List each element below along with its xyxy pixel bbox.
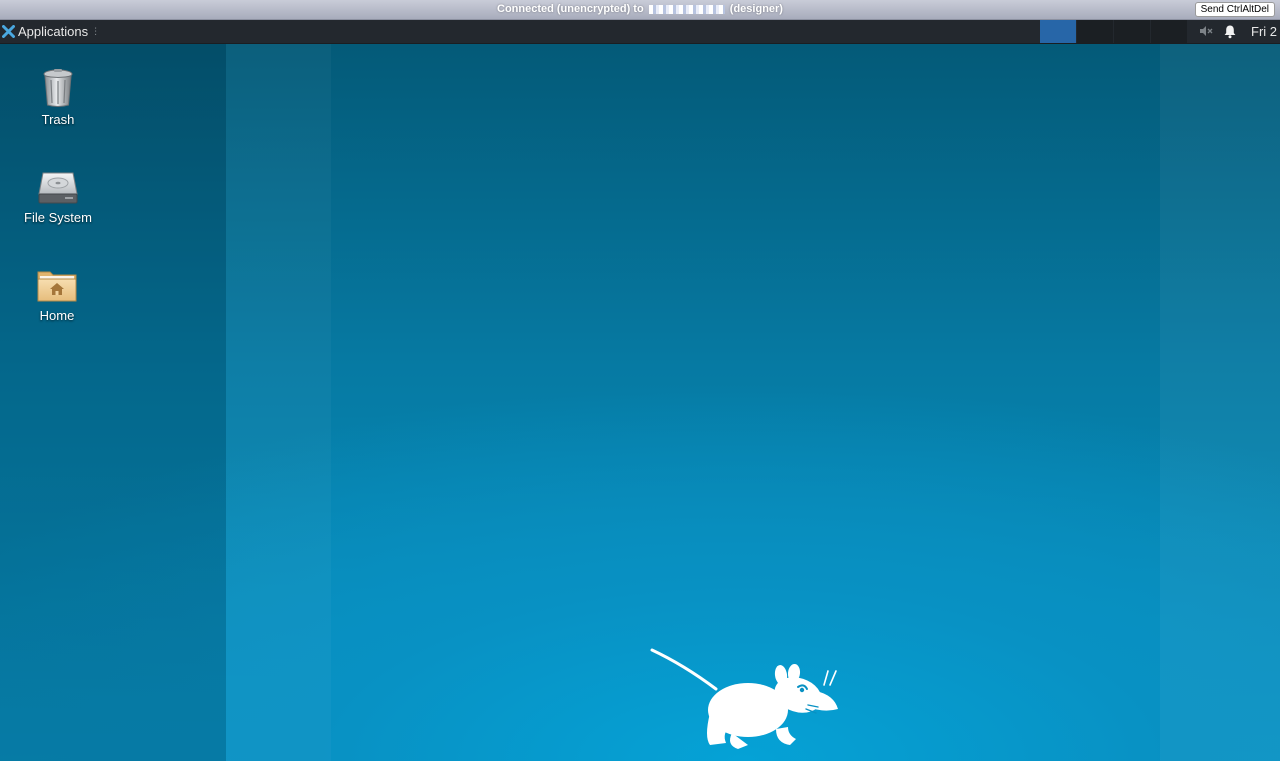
file-system-icon — [38, 172, 78, 204]
wallpaper-band-left — [0, 44, 226, 761]
home-folder-icon — [37, 271, 77, 302]
workspace-4[interactable] — [1150, 20, 1187, 43]
redacted-host — [648, 4, 725, 14]
workspace-switcher — [1040, 20, 1187, 43]
top-panel: Applications ⋮ Fri 2 — [0, 20, 1280, 44]
xfce-logo-icon — [2, 25, 15, 38]
volume-muted-icon[interactable] — [1199, 24, 1213, 38]
vnc-status-prefix: Connected (unencrypted) to — [497, 3, 644, 15]
desktop[interactable]: Trash File System Home — [0, 44, 1280, 761]
workspace-3[interactable] — [1113, 20, 1150, 43]
vnc-status-suffix: (designer) — [729, 3, 783, 15]
desktop-icon-label: Trash — [41, 112, 75, 127]
vnc-connection-bar: Connected (unencrypted) to (designer) Se… — [0, 0, 1280, 20]
xfce-mouse-icon — [650, 648, 838, 749]
workspace-2[interactable] — [1076, 20, 1113, 43]
send-ctrl-alt-del-button[interactable]: Send CtrlAltDel — [1194, 2, 1275, 17]
desktop-icon-label: File System — [24, 210, 92, 225]
trash-icon — [43, 69, 73, 107]
panel-clock[interactable]: Fri 2 — [1251, 24, 1277, 39]
workspace-1[interactable] — [1040, 20, 1076, 43]
desktop-icon-home[interactable]: Home — [9, 268, 105, 323]
panel-handle-icon: ⋮ — [91, 26, 100, 36]
applications-menu-button[interactable]: Applications ⋮ — [0, 20, 100, 43]
wallpaper-band-right — [1160, 44, 1280, 761]
wallpaper-band-column — [226, 44, 331, 761]
notification-bell-icon[interactable] — [1223, 24, 1237, 39]
desktop-icon-label: Home — [39, 308, 75, 323]
vnc-connection-status: Connected (unencrypted) to (designer) — [0, 3, 1280, 15]
applications-menu-label: Applications — [18, 24, 89, 39]
desktop-icon-trash[interactable]: Trash — [10, 68, 106, 127]
desktop-icon-file-system[interactable]: File System — [10, 170, 106, 225]
